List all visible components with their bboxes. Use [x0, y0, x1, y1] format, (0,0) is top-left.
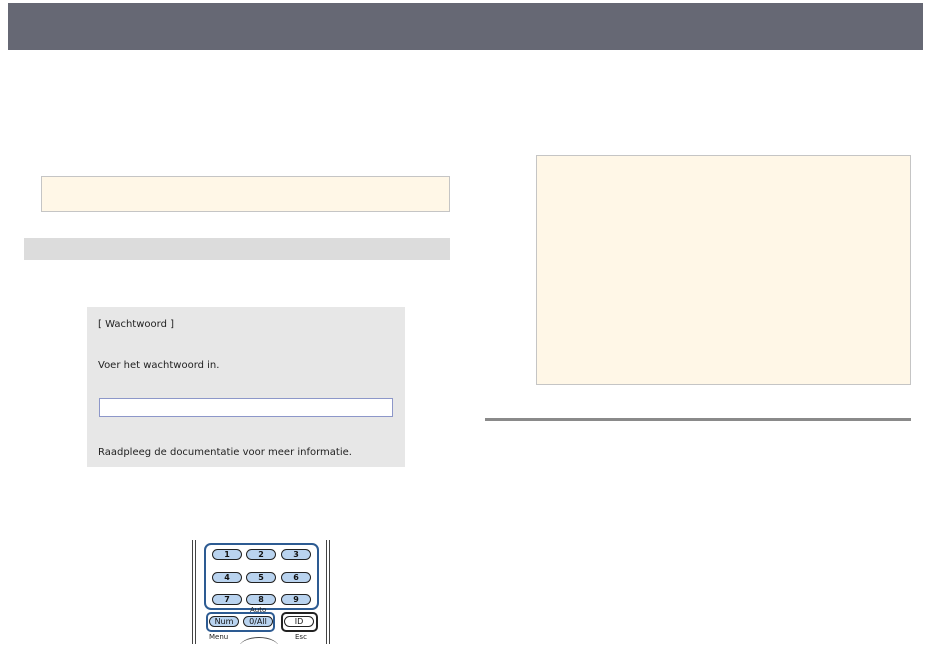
header-bar: [8, 3, 923, 50]
remote-control-illustration: 1 2 3 4 5 6 7 8 9 Auto Num 0/All ID Menu…: [192, 540, 330, 644]
password-input[interactable]: [99, 398, 393, 417]
zero-all-key[interactable]: 0/All: [243, 616, 273, 627]
password-dialog: [ Wachtwoord ] Voer het wachtwoord in. R…: [87, 307, 405, 467]
remote-left-edge: [192, 540, 196, 644]
key-3[interactable]: 3: [281, 549, 311, 560]
key-7[interactable]: 7: [212, 594, 242, 605]
id-key[interactable]: ID: [284, 616, 314, 627]
num-key[interactable]: Num: [209, 616, 239, 627]
directional-pad-arc: [239, 637, 279, 644]
key-4[interactable]: 4: [212, 572, 242, 583]
key-2[interactable]: 2: [246, 549, 276, 560]
remote-right-edge: [326, 540, 330, 644]
dialog-prompt: Voer het wachtwoord in.: [98, 360, 220, 371]
key-8[interactable]: 8: [246, 594, 276, 605]
key-6[interactable]: 6: [281, 572, 311, 583]
section-rule: [485, 418, 911, 421]
key-5[interactable]: 5: [246, 572, 276, 583]
menu-label: Menu: [209, 633, 229, 641]
dialog-hint: Raadpleeg de documentatie voor meer info…: [98, 447, 352, 458]
key-1[interactable]: 1: [212, 549, 242, 560]
key-9[interactable]: 9: [281, 594, 311, 605]
note-box: [41, 176, 450, 212]
esc-label: Esc: [295, 633, 307, 641]
section-bar: [24, 238, 450, 260]
dialog-title: [ Wachtwoord ]: [98, 319, 174, 330]
note-box-large: [536, 155, 911, 385]
